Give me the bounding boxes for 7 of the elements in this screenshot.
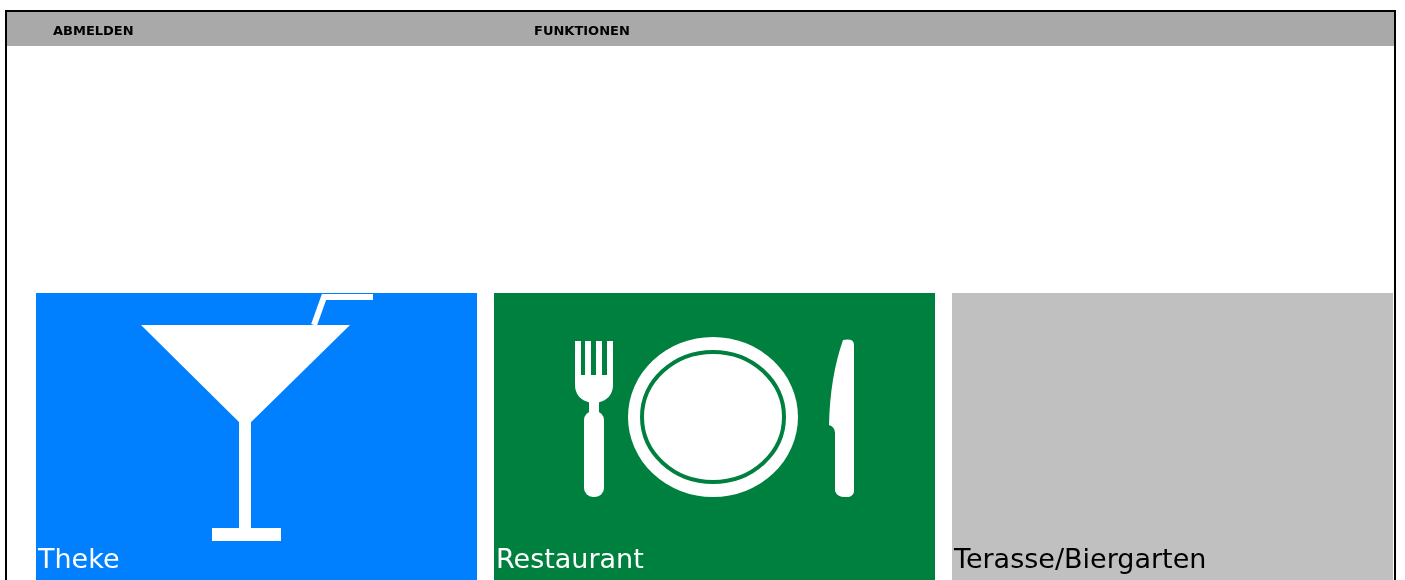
- area-tile[interactable]: Terasse/Biergarten: [952, 293, 1393, 580]
- area-tile[interactable]: Restaurant: [494, 293, 935, 580]
- area-tile[interactable]: Theke: [36, 293, 477, 580]
- menu-button[interactable]: FUNKTIONEN: [534, 22, 630, 38]
- cocktail-glass-icon: [140, 293, 374, 541]
- plate-cutlery-icon: [573, 337, 857, 499]
- menu-button[interactable]: ABMELDEN: [53, 22, 134, 38]
